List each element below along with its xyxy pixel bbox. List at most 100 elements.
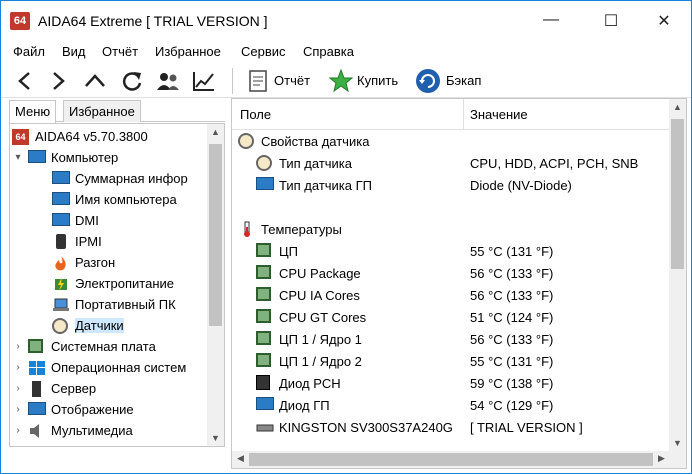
table-row[interactable]: CPU GT Cores 51 °C (124 °F) xyxy=(232,306,670,328)
sensor-list: Свойства датчика Тип датчика CPU, HDD, A… xyxy=(232,130,670,450)
gpu-icon xyxy=(256,177,274,193)
tree-item-server[interactable]: › Сервер xyxy=(12,378,96,399)
column-value[interactable]: Значение xyxy=(470,107,528,122)
scroll-left-icon[interactable]: ◀ xyxy=(232,453,249,464)
computer-icon xyxy=(52,212,70,229)
chart-icon[interactable] xyxy=(190,67,218,95)
horizontal-scroll-thumb[interactable] xyxy=(249,453,653,466)
tree-label: AIDA64 v5.70.3800 xyxy=(35,129,148,144)
computer-icon xyxy=(52,191,70,208)
table-row[interactable]: Диод PCH 59 °C (138 °F) xyxy=(232,372,670,394)
scroll-down-icon[interactable]: ▼ xyxy=(669,438,686,448)
tree-scroll-thumb[interactable] xyxy=(209,144,222,326)
backup-button[interactable]: Бэкап xyxy=(446,73,481,88)
table-row[interactable]: Диод ГП 54 °C (129 °F) xyxy=(232,394,670,416)
menu-file[interactable]: Файл xyxy=(13,44,45,59)
navigation-tree: 64 AIDA64 v5.70.3800 ▾ Компьютер Суммарн… xyxy=(9,123,225,447)
tree-item-overclock[interactable]: Разгон xyxy=(52,252,115,273)
column-field[interactable]: Поле xyxy=(240,107,271,122)
title-bar[interactable]: 64 AIDA64 Extreme [ TRIAL VERSION ] — ☐ … xyxy=(1,1,691,39)
menu-view[interactable]: Вид xyxy=(62,44,86,59)
menu-favorites[interactable]: Избранное xyxy=(155,44,221,59)
scroll-corner xyxy=(669,451,686,468)
expand-arrow-icon[interactable]: › xyxy=(12,383,24,394)
table-row[interactable]: CPU IA Cores 56 °C (133 °F) xyxy=(232,284,670,306)
menu-help[interactable]: Справка xyxy=(303,44,354,59)
navigation-pane: Меню Избранное 64 AIDA64 v5.70.3800 ▾ Ко… xyxy=(9,98,225,450)
buy-star-icon[interactable] xyxy=(327,67,355,95)
field-value: CPU, HDD, ACPI, PCH, SNB xyxy=(470,155,639,171)
menu-report[interactable]: Отчёт xyxy=(102,44,138,59)
up-icon[interactable] xyxy=(81,67,109,95)
scroll-up-icon[interactable]: ▲ xyxy=(207,127,224,137)
backup-icon[interactable] xyxy=(414,67,442,95)
field-name: CPU GT Cores xyxy=(279,309,367,325)
tree-item-ipmi[interactable]: IPMI xyxy=(52,231,102,252)
horizontal-scrollbar[interactable]: ◀ ▶ xyxy=(232,451,670,468)
users-icon[interactable] xyxy=(154,67,182,95)
tree-label: Суммарная инфор xyxy=(75,171,188,186)
tree-item-dmi[interactable]: DMI xyxy=(52,210,99,231)
tree-item-laptop[interactable]: Портативный ПК xyxy=(52,294,176,315)
back-icon[interactable] xyxy=(11,67,39,95)
tab-favorites[interactable]: Избранное xyxy=(63,100,141,122)
tree-item-sensors[interactable]: Датчики xyxy=(52,315,124,336)
scroll-up-icon[interactable]: ▲ xyxy=(669,102,686,112)
group-row-sensor-props[interactable]: Свойства датчика xyxy=(232,130,670,152)
table-row[interactable]: ЦП 1 / Ядро 1 56 °C (133 °F) xyxy=(232,328,670,350)
field-value: 59 °C (138 °F) xyxy=(470,375,554,391)
disk-icon xyxy=(256,419,274,435)
chip-icon xyxy=(256,331,274,347)
display-icon xyxy=(28,401,46,418)
tree-item-power[interactable]: Электропитание xyxy=(52,273,174,294)
tree-item-os[interactable]: › Операционная систем xyxy=(12,357,186,378)
table-row[interactable]: ЦП 55 °C (131 °F) xyxy=(232,240,670,262)
collapse-arrow-icon[interactable]: ▾ xyxy=(12,152,24,163)
expand-arrow-icon[interactable]: › xyxy=(12,425,24,436)
table-row[interactable]: Тип датчика CPU, HDD, ACPI, PCH, SNB xyxy=(232,152,670,174)
expand-arrow-icon[interactable]: › xyxy=(12,362,24,373)
close-button[interactable]: ✕ xyxy=(649,11,679,31)
tree-item-computer[interactable]: ▾ Компьютер xyxy=(12,147,118,168)
group-row-temperatures[interactable]: Температуры xyxy=(232,218,670,240)
tab-menu[interactable]: Меню xyxy=(9,100,57,123)
table-row[interactable]: Тип датчика ГП Diode (NV-Diode) xyxy=(232,174,670,196)
menu-service[interactable]: Сервис xyxy=(241,44,286,59)
scroll-right-icon[interactable]: ▶ xyxy=(653,453,670,464)
tree-item-aida64[interactable]: 64 AIDA64 v5.70.3800 xyxy=(12,126,148,147)
tree-label: Портативный ПК xyxy=(75,297,176,312)
tree-item-multimedia[interactable]: › Мультимедиа xyxy=(12,420,132,441)
tree-scrollbar[interactable]: ▲ ▼ xyxy=(207,124,224,446)
expand-arrow-icon[interactable]: › xyxy=(12,404,24,415)
minimize-button[interactable]: — xyxy=(536,11,566,29)
chip-icon xyxy=(256,243,274,259)
details-scrollbar[interactable]: ▲ ▼ xyxy=(669,99,686,451)
tree-item-display[interactable]: › Отображение xyxy=(12,399,134,420)
speaker-icon xyxy=(28,423,46,439)
tree-label: Разгон xyxy=(75,255,116,270)
tree-item-summary[interactable]: Суммарная инфор xyxy=(52,168,188,189)
refresh-icon[interactable] xyxy=(118,67,146,95)
table-row[interactable]: ЦП 1 / Ядро 2 55 °C (131 °F) xyxy=(232,350,670,372)
tree-label: Операционная систем xyxy=(51,360,187,375)
column-divider[interactable] xyxy=(463,99,464,130)
forward-icon[interactable] xyxy=(44,67,72,95)
details-scroll-thumb[interactable] xyxy=(671,119,684,269)
windows-icon xyxy=(28,360,46,376)
table-row[interactable]: CPU Package 56 °C (133 °F) xyxy=(232,262,670,284)
report-button[interactable]: Отчёт xyxy=(274,73,310,88)
expand-arrow-icon[interactable]: › xyxy=(12,341,24,352)
tree-item-computer-name[interactable]: Имя компьютера xyxy=(52,189,177,210)
field-value: 54 °C (129 °F) xyxy=(470,397,554,413)
tree-item-motherboard[interactable]: › Системная плата xyxy=(12,336,156,357)
scroll-down-icon[interactable]: ▼ xyxy=(207,433,224,443)
maximize-button[interactable]: ☐ xyxy=(596,11,626,31)
tree-label: Имя компьютера xyxy=(75,192,177,207)
field-value: [ TRIAL VERSION ] xyxy=(470,419,583,435)
field-name: CPU Package xyxy=(279,265,361,281)
buy-button[interactable]: Купить xyxy=(357,73,398,88)
field-value: 55 °C (131 °F) xyxy=(470,243,554,259)
table-row[interactable]: KINGSTON SV300S37A240G [ TRIAL VERSION ] xyxy=(232,416,670,438)
report-icon[interactable] xyxy=(244,67,272,95)
sensor-icon xyxy=(238,133,256,149)
